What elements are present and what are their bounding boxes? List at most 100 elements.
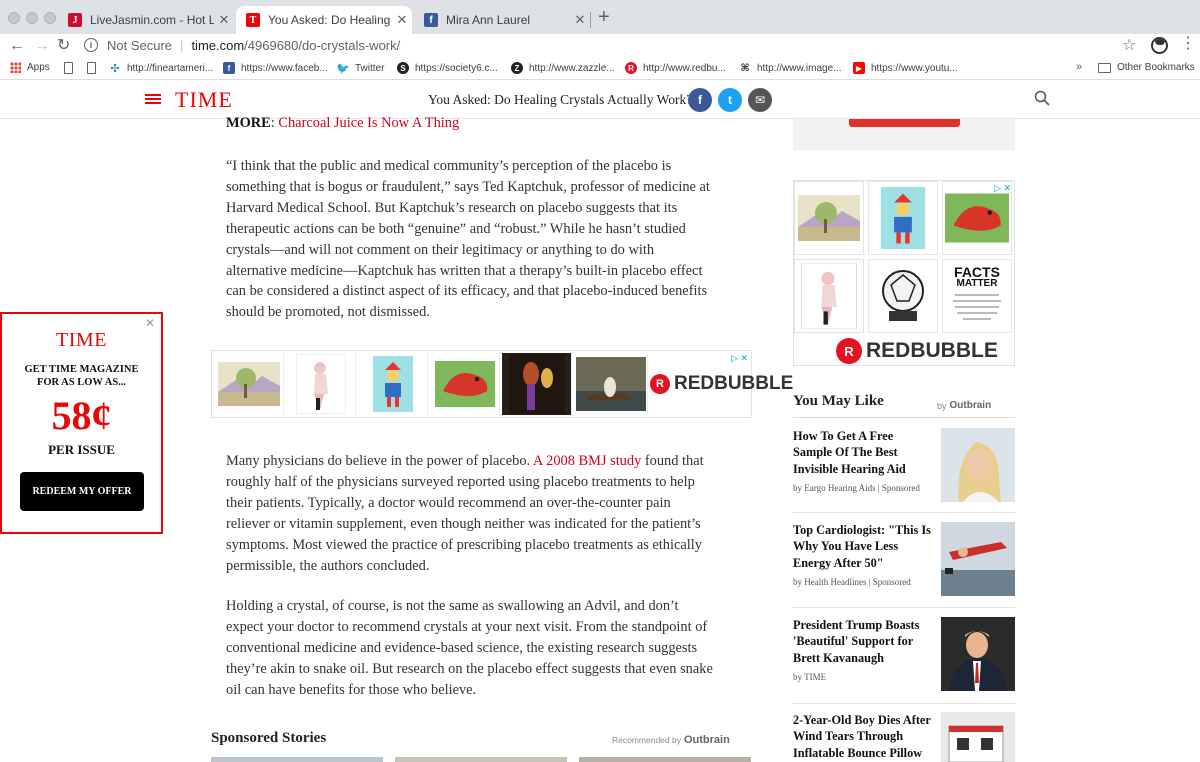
bookmark-youtube[interactable]: ▶ https://www.youtu... xyxy=(853,62,958,74)
close-icon[interactable]: ✕ xyxy=(145,316,155,330)
address-bar[interactable]: i Not Secure | time.com /4969680/do-crys… xyxy=(84,34,400,56)
reload-icon[interactable]: ↻ xyxy=(57,36,70,56)
twitter-share-icon[interactable]: t xyxy=(718,88,742,112)
livejasmin-favicon-icon: J xyxy=(68,13,82,27)
minimize-window-button[interactable] xyxy=(26,12,38,24)
close-tab-icon[interactable]: ✕ xyxy=(214,12,234,28)
new-tab-button[interactable]: + xyxy=(598,7,610,27)
tab-title: Mira Ann Laurel xyxy=(446,13,531,27)
bookmark-label: http://www.image... xyxy=(757,62,842,74)
recommendation-thumbnail[interactable] xyxy=(941,712,1015,762)
bookmark-label: http://fineartameri... xyxy=(127,62,214,74)
search-icon[interactable] xyxy=(1034,90,1050,106)
bookmark-fineart[interactable]: ✣ http://fineartameri... xyxy=(109,62,214,75)
close-window-button[interactable] xyxy=(8,12,20,24)
redbubble-ad-strip[interactable]: R REDBUBBLE ▷ ✕ xyxy=(211,350,793,418)
email-share-icon[interactable]: ✉ xyxy=(748,88,772,112)
tab-time-crystals[interactable]: T You Asked: Do Healing Crystals Actuall… xyxy=(236,6,412,34)
recommendation-thumbnail[interactable] xyxy=(941,617,1015,691)
sponsored-story-thumbnail[interactable] xyxy=(579,757,751,762)
facebook-share-icon[interactable]: f xyxy=(688,88,712,112)
zoom-window-button[interactable] xyxy=(44,12,56,24)
subscribe-button[interactable] xyxy=(849,119,960,127)
recommendation-thumbnail[interactable] xyxy=(941,522,1015,596)
ad-product-tree-painting[interactable] xyxy=(214,353,284,415)
ad-product-pinup-sticker[interactable] xyxy=(794,259,864,333)
bookmark-facebook[interactable]: f https://www.faceb... xyxy=(223,62,328,74)
bookmark-apps[interactable]: Apps xyxy=(10,62,50,73)
bookmarks-bar: Apps ✣ http://fineartameri... f https://… xyxy=(0,58,1200,80)
tab-title: LiveJasmin.com - Hot Live Sex xyxy=(90,13,214,27)
url-host: time.com xyxy=(191,37,245,53)
promo-per-issue: PER ISSUE xyxy=(48,442,115,457)
sponsored-story-thumbnail[interactable] xyxy=(395,757,567,762)
bookmark-label: Twitter xyxy=(355,62,385,74)
sponsored-story-thumbnail[interactable] xyxy=(211,757,383,762)
divider xyxy=(793,607,1015,608)
redbubble-logo[interactable]: R REDBUBBLE xyxy=(836,338,998,364)
ad-product-tree-painting[interactable] xyxy=(794,181,864,255)
bookmark-zazzle[interactable]: Z http://www.zazzle... xyxy=(511,62,615,74)
adchoices-icon[interactable]: ▷ ✕ xyxy=(731,353,748,364)
recommended-by-outbrain[interactable]: Recommended by Outbrain xyxy=(612,734,730,746)
url-divider: | xyxy=(180,37,184,53)
recommendation-title[interactable]: How To Get A Free Sample Of The Best Inv… xyxy=(793,428,935,477)
ad-product-red-bird[interactable] xyxy=(430,353,500,415)
url-path: /4969680/do-crystals-work/ xyxy=(244,37,401,53)
ad-product-facts-matter-shirt[interactable]: FACTS MATTER xyxy=(942,259,1012,333)
time-favicon-icon: T xyxy=(246,13,260,27)
close-tab-icon[interactable]: ✕ xyxy=(392,12,412,28)
info-icon[interactable]: i xyxy=(84,38,98,52)
other-bookmarks[interactable]: Other Bookmarks xyxy=(1098,62,1195,73)
bookmark-society6[interactable]: S https://society6.c... xyxy=(397,62,498,74)
redbubble-mark-icon: R xyxy=(836,338,862,364)
hamburger-menu-icon[interactable] xyxy=(145,94,161,104)
subscription-promo: ✕ TIME GET TIME MAGAZINE FOR AS LOW AS..… xyxy=(0,312,163,534)
adchoices-icon[interactable]: ▷ ✕ xyxy=(994,183,1011,194)
ad-product-clown-art[interactable] xyxy=(868,181,938,255)
menu-kebab-icon[interactable]: ⋮ xyxy=(1180,35,1196,53)
recommendation-title[interactable]: President Trump Boasts 'Beautiful' Suppo… xyxy=(793,617,935,666)
tab-livejasmin[interactable]: J LiveJasmin.com - Hot Live Sex ✕ xyxy=(58,6,234,34)
by-outbrain[interactable]: by Outbrain xyxy=(937,400,991,411)
ad-product-pinup-sticker[interactable] xyxy=(286,353,356,415)
redbubble-icon: R xyxy=(625,62,637,74)
bookmark-twitter[interactable]: 🐦 Twitter xyxy=(336,62,385,75)
redbubble-logo[interactable]: R REDBUBBLE xyxy=(650,373,793,395)
bookmark-star-icon[interactable]: ☆ xyxy=(1122,35,1136,55)
more-link-line: MORE: Charcoal Juice Is Now A Thing xyxy=(226,115,460,131)
bookmark-imagekind[interactable]: ⌘ http://www.image... xyxy=(739,62,841,74)
document-icon xyxy=(87,62,96,74)
bookmarks-overflow-button[interactable]: » xyxy=(1076,61,1082,73)
bookmark-label: https://www.faceb... xyxy=(241,62,328,74)
profile-avatar[interactable] xyxy=(1151,37,1168,54)
recommendation-title[interactable]: Top Cardiologist: "This Is Why You Have … xyxy=(793,522,935,571)
fineart-icon: ✣ xyxy=(110,62,120,75)
facebook-icon: f xyxy=(223,62,235,74)
youtube-icon: ▶ xyxy=(853,62,865,74)
ad-product-lady-of-shalott[interactable] xyxy=(574,353,648,415)
more-article-link[interactable]: Charcoal Juice Is Now A Thing xyxy=(278,115,459,131)
recommended-label: Recommended by xyxy=(612,735,681,745)
recommendation-title[interactable]: 2-Year-Old Boy Dies After Wind Tears Thr… xyxy=(793,712,935,761)
ad-product-clown-art[interactable] xyxy=(358,353,428,415)
bmj-study-link[interactable]: A 2008 BMJ study xyxy=(533,453,641,469)
folder-icon xyxy=(1098,62,1111,73)
zazzle-icon: Z xyxy=(511,62,523,74)
bookmark-document[interactable] xyxy=(64,62,79,74)
ad-product-crystal-ball-drawing[interactable] xyxy=(868,259,938,333)
bookmark-document[interactable] xyxy=(87,62,102,74)
tab-mira-ann-laurel[interactable]: f Mira Ann Laurel ✕ xyxy=(414,6,590,34)
bookmark-redbubble[interactable]: R http://www.redbu... xyxy=(625,62,726,74)
forward-arrow-icon[interactable]: → xyxy=(34,36,50,56)
redbubble-grid-ad[interactable]: FACTS MATTER R REDBUBBLE ▷ ✕ xyxy=(793,180,1015,366)
redeem-offer-button[interactable]: REDEEM MY OFFER xyxy=(20,472,144,511)
you-may-like-heading: You May Like xyxy=(793,393,884,409)
time-logo[interactable]: TIME xyxy=(175,87,233,113)
paragraph-text: Many physicians do believe in the power … xyxy=(226,453,533,469)
facts-subtitle: MATTER xyxy=(956,278,998,289)
recommendation-thumbnail[interactable] xyxy=(941,428,1015,502)
back-arrow-icon[interactable]: ← xyxy=(9,36,25,56)
ad-product-dark-figures[interactable] xyxy=(502,353,572,415)
close-tab-icon[interactable]: ✕ xyxy=(570,12,590,28)
